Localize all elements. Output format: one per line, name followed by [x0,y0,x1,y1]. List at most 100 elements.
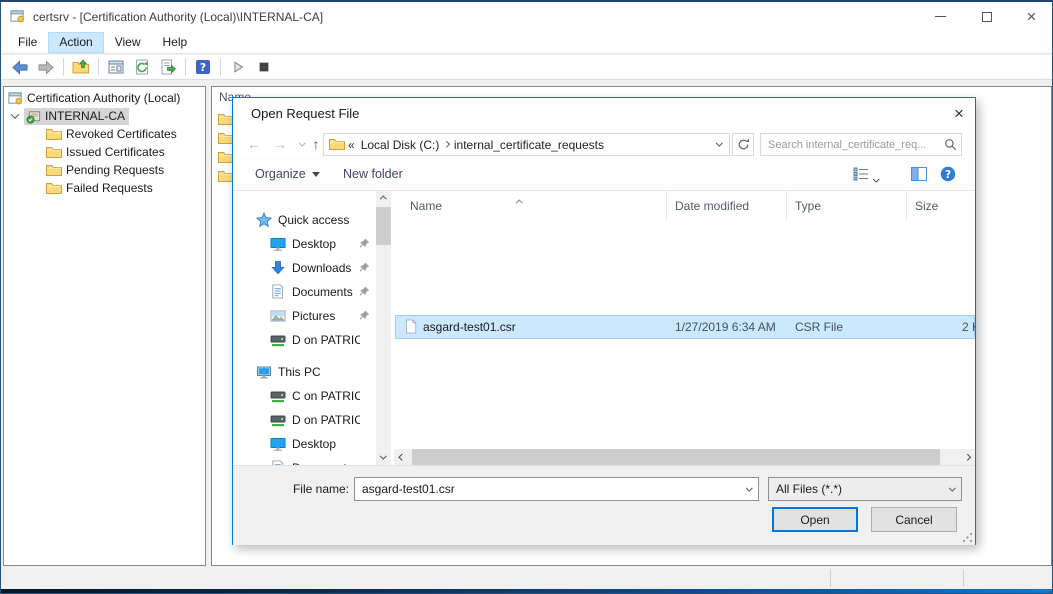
sidebar-item-documents[interactable]: Documents [233,456,376,465]
dialog-close-button[interactable]: × [945,100,973,128]
column-header-name[interactable]: Name [402,191,666,221]
sidebar-item-documents[interactable]: Documents [233,280,376,304]
sidebar-item-downloads[interactable]: Downloads [233,256,376,280]
sidebar-scrollbar[interactable] [376,191,391,465]
combo-dropdown-icon[interactable] [740,487,758,492]
minimize-button[interactable] [918,2,963,31]
scrollbar-thumb[interactable] [412,449,940,465]
tree-item-label: Pending Requests [66,163,164,177]
tree-item-label: Revoked Certificates [66,127,177,141]
open-button-label: Open [800,513,829,527]
preview-pane-icon[interactable] [911,167,927,181]
tree-item-certification-authority[interactable]: Certification Authority (Local) [8,89,180,107]
menu-file[interactable]: File [7,32,48,53]
file-date-modified: 1/27/2019 6:34 AM [675,316,793,338]
scroll-down-button[interactable] [376,449,391,465]
sidebar-item-this-pc[interactable]: This PC [233,360,376,384]
minimize-icon [935,16,946,17]
file-row-selected[interactable]: asgard-test01.csr1/27/2019 6:34 AMCSR Fi… [395,315,975,339]
new-folder-button[interactable]: New folder [343,158,403,190]
breadcrumb-item-drive[interactable]: Local Disk (C:) [361,138,440,152]
maximize-icon [982,12,992,22]
scrollbar-thumb[interactable] [376,207,391,245]
combo-dropdown-icon[interactable] [943,487,961,492]
sidebar-item-label: Pictures [292,308,360,324]
search-input[interactable]: Search internal_certificate_req... [761,139,944,151]
nav-forward-button[interactable]: → [269,133,291,155]
breadcrumb-item-folder[interactable]: internal_certificate_requests [454,138,604,152]
menu-bar: FileActionViewHelp [1,32,1052,54]
sidebar-item-d-on-patrickpc[interactable]: D on PATRICKPC [233,408,376,432]
dialog-titlebar: Open Request File × [233,98,975,130]
open-button[interactable]: Open [772,507,858,532]
organize-button[interactable]: Organize [255,158,320,190]
tree-item-label: Failed Requests [66,181,153,195]
view-mode-icon[interactable] [853,167,869,181]
chevron-down-icon[interactable] [11,110,19,118]
svg-text:?: ? [200,61,206,74]
search-icon[interactable] [944,138,957,151]
console-tree-panel: Certification Authority (Local) INTERNAL… [3,86,206,566]
file-type-select[interactable]: All Files (*.*) [768,477,962,501]
folder-icon [329,138,345,151]
sidebar-item-c-on-patrickpc[interactable]: C on PATRICKPC [233,384,376,408]
file-name-value[interactable]: asgard-test01.csr [355,482,740,496]
search-box[interactable]: Search internal_certificate_req... [760,133,962,156]
toolbar: ? [1,55,1052,80]
file-name: asgard-test01.csr [423,316,663,338]
scroll-up-button[interactable] [376,191,391,207]
command-bar: Organize New folder ? [233,158,975,191]
sidebar-item-quick-access[interactable]: Quick access [233,208,376,232]
nav-back-button[interactable]: ← [243,133,265,155]
dialog-footer: File name: asgard-test01.csr All Files (… [233,465,975,545]
horizontal-scrollbar[interactable] [394,449,975,465]
sidebar-item-label: Desktop [292,436,360,452]
view-mode-dropdown[interactable] [874,171,879,185]
stop-service-icon[interactable] [251,56,277,78]
downloads-icon [270,260,286,276]
refresh-button[interactable] [732,133,754,156]
sidebar-item-desktop[interactable]: Desktop [233,232,376,256]
window-title: certsrv - [Certification Authority (Loca… [33,2,323,32]
forward-icon[interactable] [33,56,59,78]
resize-grip[interactable] [963,533,972,542]
menu-action[interactable]: Action [48,32,103,53]
breadcrumb[interactable]: « Local Disk (C:) internal_certificate_r… [323,133,730,156]
help-icon[interactable]: ? [940,166,956,182]
tree-item-internal-ca[interactable]: INTERNAL-CA [12,107,129,125]
help-icon[interactable]: ? [190,56,216,78]
back-icon[interactable] [7,56,33,78]
maximize-button[interactable] [964,2,1009,31]
sidebar-item-d-on-patrickpc[interactable]: D on PATRICKPC [233,328,376,352]
sidebar-item-pictures[interactable]: Pictures [233,304,376,328]
close-button[interactable]: × [1009,2,1053,31]
start-service-icon[interactable] [225,56,251,78]
tree-item-pending-requests[interactable]: Pending Requests [46,161,164,179]
toolbar-separator [220,58,221,76]
tree-item-failed-requests[interactable]: Failed Requests [46,179,153,197]
toolbar-separator [63,58,64,76]
sidebar-item-label: C on PATRICKPC [292,388,360,404]
up-one-level-icon[interactable] [68,56,94,78]
csr-file-icon [404,319,417,334]
network-drive-icon [270,412,286,428]
sort-ascending-icon[interactable] [517,194,522,208]
cancel-button[interactable]: Cancel [871,507,957,532]
menu-help[interactable]: Help [152,32,199,53]
export-list-icon[interactable] [155,56,181,78]
show-console-tree-icon[interactable] [103,56,129,78]
column-header-size[interactable]: Size [906,191,975,221]
file-name-input[interactable]: asgard-test01.csr [354,477,759,501]
column-header-date-modified[interactable]: Date modified [666,191,786,221]
menu-view[interactable]: View [104,32,152,53]
scroll-right-button[interactable] [959,449,975,465]
new-folder-label: New folder [343,167,403,181]
tree-item-revoked-certificates[interactable]: Revoked Certificates [46,125,177,143]
scroll-left-button[interactable] [394,449,410,465]
folder-icon [46,164,62,177]
refresh-icon[interactable] [129,56,155,78]
sidebar-item-desktop[interactable]: Desktop [233,432,376,456]
tree-item-issued-certificates[interactable]: Issued Certificates [46,143,165,161]
address-dropdown-icon[interactable] [716,140,722,146]
column-header-type[interactable]: Type [786,191,906,221]
